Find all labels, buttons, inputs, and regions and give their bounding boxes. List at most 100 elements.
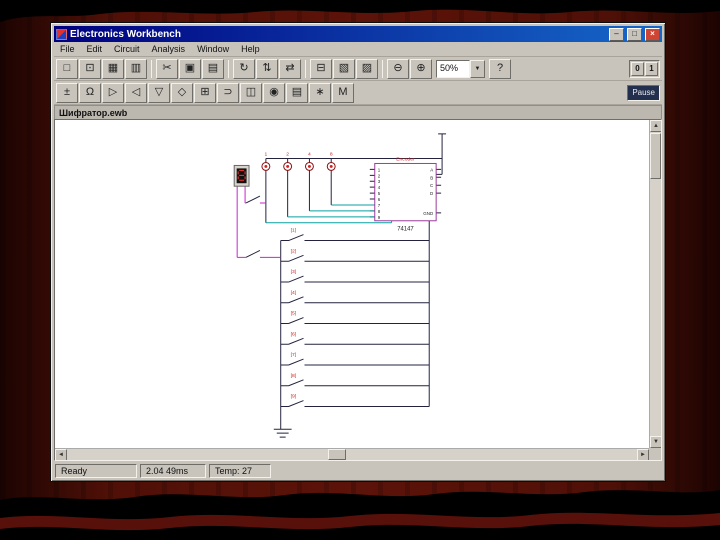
flip-vertical-button[interactable]: ⇅ <box>256 59 278 79</box>
open-button[interactable]: ⊡ <box>79 59 101 79</box>
vertical-scrollbar[interactable]: ▲ ▼ <box>649 120 661 448</box>
scroll-right-button[interactable]: ► <box>637 449 649 461</box>
print-button[interactable]: ▥ <box>125 59 147 79</box>
status-time: 2.04 49ms <box>140 464 206 478</box>
diodes-button[interactable]: ▷ <box>102 83 124 103</box>
sources-icon: ± <box>64 87 70 98</box>
minimize-button[interactable]: – <box>609 28 624 41</box>
power-off-icon: 0 <box>635 64 639 73</box>
circuit-schematic[interactable]: 1 2 4 8 Encoder 74147 1 2 3 4 5 6 <box>55 120 649 448</box>
toolbar-separator <box>305 60 306 78</box>
probe-indicator[interactable] <box>262 162 270 170</box>
power-on-button[interactable]: 1 <box>645 62 658 76</box>
basic-button[interactable]: Ω <box>79 83 101 103</box>
transistors-icon: ◁ <box>132 87 140 98</box>
switch-label: [9] <box>291 394 297 400</box>
graphs-button[interactable]: ▧ <box>333 59 355 79</box>
probe-indicator[interactable] <box>327 162 335 170</box>
encoder-chip[interactable]: Encoder 74147 1 2 3 4 5 6 7 8 9 A <box>375 157 436 233</box>
scroll-up-button[interactable]: ▲ <box>650 120 662 132</box>
seven-segment-display[interactable] <box>234 165 249 186</box>
probe-indicator[interactable] <box>305 162 313 170</box>
subcircuit-button[interactable]: ⊟ <box>310 59 332 79</box>
probe-label: 1 <box>264 152 267 158</box>
menu-edit[interactable]: Edit <box>87 44 103 54</box>
pin-label: GND <box>423 211 433 216</box>
paste-button[interactable]: ▤ <box>202 59 224 79</box>
diodes-icon: ▷ <box>109 87 117 98</box>
menu-file[interactable]: File <box>60 44 75 54</box>
rotate-button[interactable]: ↻ <box>233 59 255 79</box>
help-button[interactable]: ? <box>489 59 511 79</box>
chip-model-label: 74147 <box>397 227 413 233</box>
new-button[interactable]: □ <box>56 59 78 79</box>
probe-label: 4 <box>308 152 311 158</box>
mixed-ics-button[interactable]: ◇ <box>171 83 193 103</box>
status-filler <box>274 464 661 478</box>
scroll-down-button[interactable]: ▼ <box>650 436 662 448</box>
instruments-icon: M <box>338 87 347 98</box>
maximize-button[interactable]: □ <box>627 28 642 41</box>
controls-button[interactable]: ▤ <box>286 83 308 103</box>
flip-vertical-icon: ⇅ <box>262 63 271 74</box>
chevron-down-icon[interactable]: ▼ <box>470 60 485 78</box>
properties-button[interactable]: ▨ <box>356 59 378 79</box>
power-switch-panel: 0 1 <box>629 60 660 78</box>
probe-label: 8 <box>330 152 333 158</box>
digital-ics-icon: ⊞ <box>200 87 209 98</box>
zoom-value: 50% <box>436 60 470 78</box>
scroll-right-icon: ► <box>640 452 646 458</box>
indicators-button[interactable]: ◉ <box>263 83 285 103</box>
save-button[interactable]: ▦ <box>102 59 124 79</box>
switch-labels: [1] [2] [3] [4] [5] [6] [7] [8] [9] <box>291 228 297 400</box>
controls-icon: ▤ <box>292 87 302 98</box>
menu-window[interactable]: Window <box>197 44 229 54</box>
wire-segment <box>266 205 392 223</box>
circuit-canvas[interactable]: 1 2 4 8 Encoder 74147 1 2 3 4 5 6 <box>54 119 662 461</box>
vertical-scroll-thumb[interactable] <box>650 133 661 179</box>
title-bar[interactable]: Electronics Workbench – □ × <box>54 26 662 42</box>
status-bar: Ready 2.04 49ms Temp: 27 <box>54 461 662 478</box>
save-icon: ▦ <box>108 63 118 74</box>
new-icon: □ <box>64 63 71 74</box>
digital-icon: ◫ <box>246 87 256 98</box>
power-off-button[interactable]: 0 <box>631 62 644 76</box>
menu-help[interactable]: Help <box>241 44 260 54</box>
menu-circuit[interactable]: Circuit <box>114 44 140 54</box>
cut-button[interactable]: ✂ <box>156 59 178 79</box>
close-button[interactable]: × <box>645 28 660 41</box>
copy-button[interactable]: ▣ <box>179 59 201 79</box>
zoom-out-button[interactable]: ⊖ <box>387 59 409 79</box>
app-logo-icon <box>56 29 67 40</box>
pause-button[interactable]: Pause <box>627 85 660 101</box>
transistors-button[interactable]: ◁ <box>125 83 147 103</box>
miscellaneous-icon: ∗ <box>315 87 324 98</box>
help-icon: ? <box>497 63 503 74</box>
analog-ics-button[interactable]: ▽ <box>148 83 170 103</box>
zoom-select[interactable]: 50% ▼ <box>436 60 485 78</box>
instruments-button[interactable]: M <box>332 83 354 103</box>
digital-ics-button[interactable]: ⊞ <box>194 83 216 103</box>
paste-icon: ▤ <box>208 63 218 74</box>
window-title: Electronics Workbench <box>70 29 606 40</box>
zoom-in-button[interactable]: ⊕ <box>410 59 432 79</box>
horizontal-scroll-thumb[interactable] <box>328 449 346 460</box>
probe-indicator[interactable] <box>284 162 292 170</box>
sources-button[interactable]: ± <box>56 83 78 103</box>
switch-label: [1] <box>291 228 297 234</box>
ground-icon <box>274 429 292 437</box>
menu-bar: File Edit Circuit Analysis Window Help <box>54 42 662 57</box>
document-title-bar[interactable]: Шифратор.ewb <box>54 105 662 119</box>
scroll-left-button[interactable]: ◄ <box>55 449 67 461</box>
digital-button[interactable]: ◫ <box>240 83 262 103</box>
close-icon: × <box>650 29 655 38</box>
app-window: Electronics Workbench – □ × File Edit Ci… <box>50 22 666 482</box>
slide-background: Electronics Workbench – □ × File Edit Ci… <box>0 0 720 540</box>
horizontal-scrollbar[interactable]: ◄ ► <box>55 448 649 460</box>
switch-label: [3] <box>291 269 297 275</box>
flip-horizontal-button[interactable]: ⇄ <box>279 59 301 79</box>
miscellaneous-button[interactable]: ∗ <box>309 83 331 103</box>
logic-gates-button[interactable]: ⊃ <box>217 83 239 103</box>
wires-teal-group <box>266 205 392 223</box>
menu-analysis[interactable]: Analysis <box>152 44 186 54</box>
